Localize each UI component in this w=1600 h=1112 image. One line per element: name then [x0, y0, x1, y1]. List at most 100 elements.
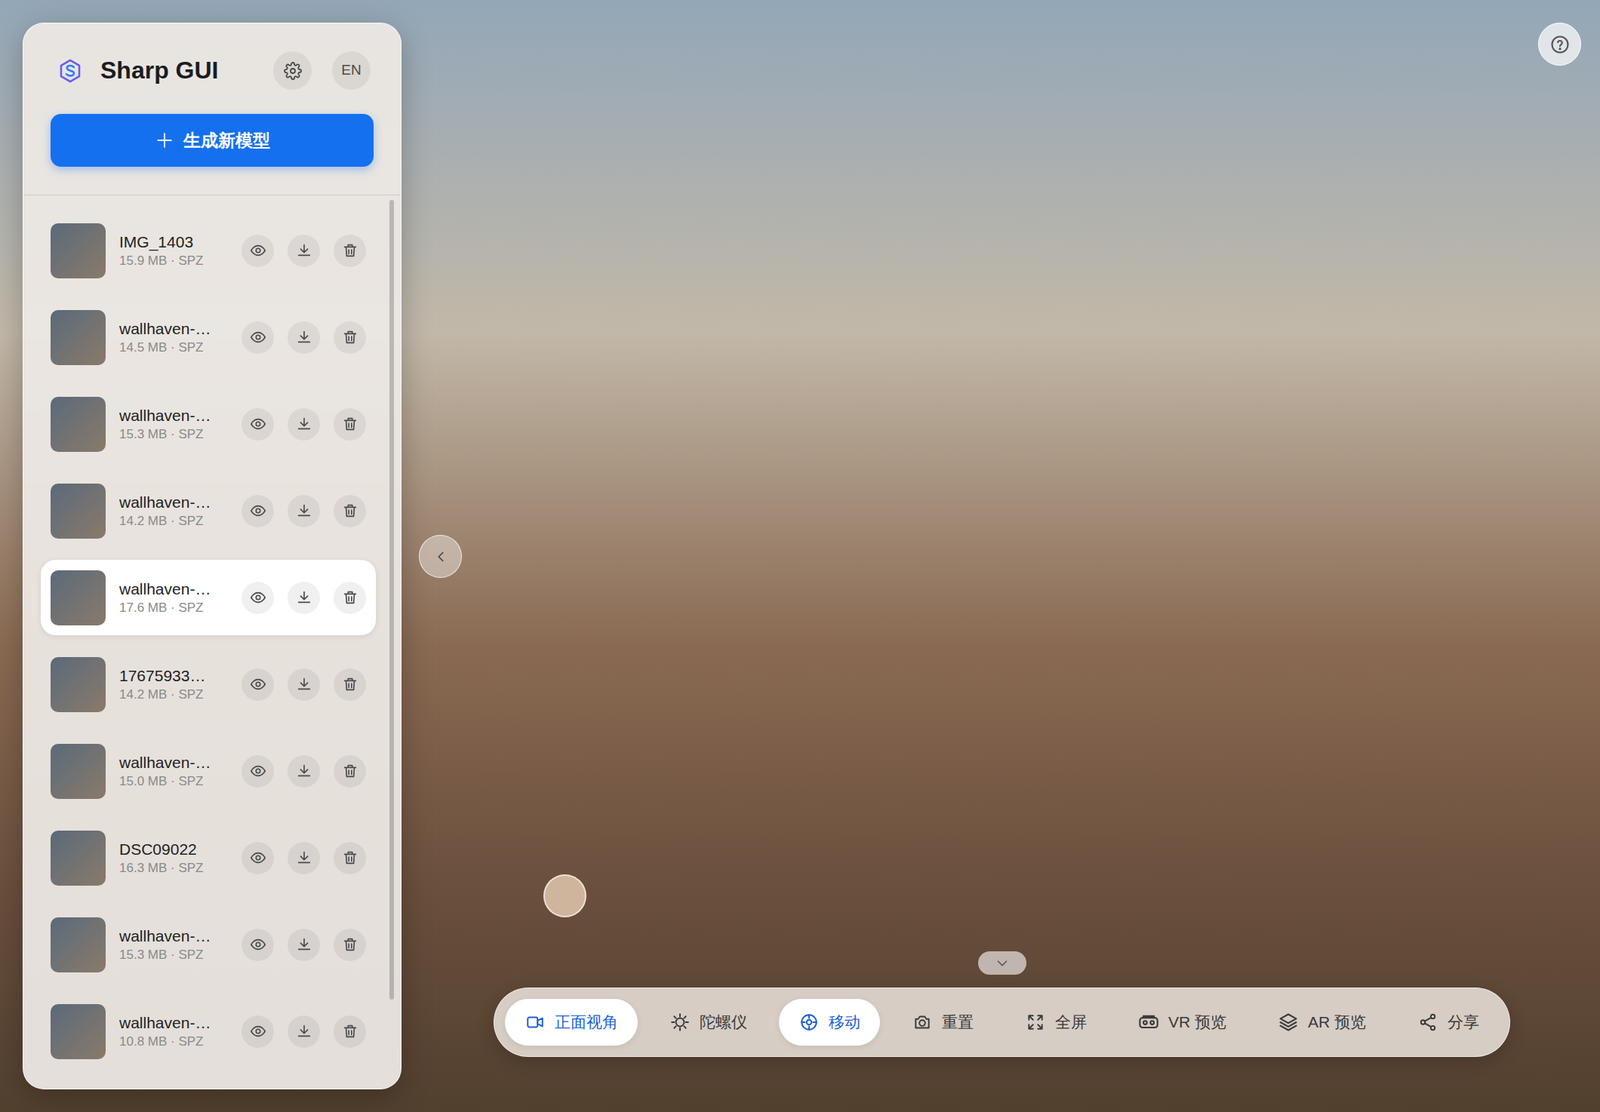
delete-button[interactable] [333, 495, 367, 528]
eye-icon [249, 676, 267, 693]
toolbar-button[interactable]: 分享 [1397, 999, 1499, 1047]
view-button[interactable] [241, 755, 274, 788]
view-button[interactable] [241, 929, 274, 962]
model-name: wallhaven-… [119, 579, 225, 600]
delete-button[interactable] [333, 321, 367, 354]
model-item[interactable]: wallhaven-…17.6 MB · SPZ [40, 560, 376, 636]
model-actions [241, 755, 367, 788]
model-item[interactable]: DSC0902216.3 MB · SPZ [40, 820, 376, 896]
model-info: wallhaven-…14.5 MB · SPZ [119, 319, 225, 356]
settings-button[interactable] [273, 51, 312, 90]
collapse-sidebar-button[interactable] [418, 535, 462, 579]
download-icon [295, 1023, 313, 1040]
view-button[interactable] [241, 408, 274, 441]
help-button[interactable] [1538, 22, 1582, 66]
model-size: 14.2 MB · SPZ [119, 513, 225, 530]
download-button[interactable] [287, 408, 320, 441]
toolbar-label: 分享 [1447, 1012, 1480, 1032]
model-item[interactable]: wallhaven-…15.3 MB · SPZ [40, 386, 376, 462]
move-joystick[interactable] [543, 874, 587, 918]
eye-icon [249, 502, 267, 520]
model-name: wallhaven-… [119, 1013, 225, 1034]
toolbar: 正面视角 陀螺仪 移动重置 全屏 VR 预览 AR 预览 分享 [493, 987, 1511, 1058]
fullscreen-icon [1024, 1012, 1047, 1034]
delete-button[interactable] [333, 668, 367, 702]
trash-icon [341, 849, 359, 867]
toolbar-label: 陀螺仪 [699, 1012, 748, 1032]
model-item[interactable]: wallhaven-…15.0 MB · SPZ [40, 733, 376, 810]
delete-button[interactable] [333, 234, 367, 268]
sidebar: Sharp GUI EN 生成新模型 IMG_140315.9 MB · SPZ wal… [22, 22, 402, 1090]
model-thumbnail [50, 483, 106, 539]
delete-button[interactable] [333, 929, 367, 962]
model-info: wallhaven-…17.6 MB · SPZ [119, 579, 225, 616]
download-button[interactable] [287, 495, 320, 528]
download-icon [295, 936, 313, 954]
download-button[interactable] [287, 842, 320, 875]
toolbar-label: AR 预览 [1307, 1012, 1367, 1032]
download-button[interactable] [287, 1015, 320, 1049]
model-actions [241, 321, 367, 354]
model-actions [241, 234, 367, 268]
toolbar-button[interactable]: AR 预览 [1258, 999, 1386, 1047]
toolbar-button[interactable]: 重置 [892, 999, 994, 1047]
toolbar-button[interactable]: 全屏 [1005, 999, 1107, 1047]
model-thumbnail [50, 1004, 106, 1060]
model-name: IMG_1403 [119, 232, 225, 253]
vr-headset-icon [1138, 1012, 1160, 1034]
model-item[interactable]: wallhaven-…15.3 MB · SPZ [40, 907, 376, 983]
view-button[interactable] [241, 842, 274, 875]
new-model-button[interactable]: 生成新模型 [50, 113, 374, 167]
view-button[interactable] [241, 581, 274, 615]
toolbar-button[interactable]: 正面视角 [504, 999, 638, 1047]
delete-button[interactable] [333, 408, 367, 441]
gyroscope-icon [669, 1012, 691, 1034]
language-button[interactable]: EN [332, 51, 371, 90]
download-button[interactable] [287, 929, 320, 962]
toolbar-button[interactable]: 陀螺仪 [649, 999, 767, 1047]
model-thumbnail [50, 570, 106, 626]
model-size: 14.2 MB · SPZ [119, 686, 225, 703]
toolbar-button[interactable]: 移动 [778, 999, 880, 1047]
download-button[interactable] [287, 321, 320, 354]
view-button[interactable] [241, 1015, 274, 1049]
delete-button[interactable] [333, 755, 367, 788]
model-item[interactable]: wallhaven-…14.2 MB · SPZ [40, 473, 376, 549]
app-title: Sharp GUI [100, 55, 219, 85]
model-item[interactable]: IMG_140315.9 MB · SPZ [40, 212, 376, 289]
delete-button[interactable] [333, 581, 367, 615]
download-button[interactable] [287, 581, 320, 615]
download-button[interactable] [287, 234, 320, 268]
download-button[interactable] [287, 668, 320, 702]
view-button[interactable] [241, 321, 274, 354]
delete-button[interactable] [333, 842, 367, 875]
view-button[interactable] [241, 234, 274, 268]
delete-button[interactable] [333, 1015, 367, 1049]
trash-icon [341, 242, 359, 259]
camera-video-icon [524, 1012, 546, 1034]
download-icon [295, 849, 313, 867]
hide-toolbar-button[interactable] [978, 951, 1027, 976]
eye-icon [249, 1023, 267, 1040]
scrollbar[interactable] [389, 200, 394, 1000]
model-size: 16.3 MB · SPZ [119, 860, 225, 877]
model-items: IMG_140315.9 MB · SPZ wallhaven-…14.5 MB … [23, 195, 401, 1070]
view-button[interactable] [241, 668, 274, 702]
model-item[interactable]: wallhaven-…14.5 MB · SPZ [40, 299, 376, 376]
move-icon [798, 1012, 820, 1034]
eye-icon [249, 589, 267, 607]
toolbar-label: 全屏 [1055, 1012, 1087, 1032]
sidebar-header: Sharp GUI EN [23, 23, 401, 90]
eye-icon [249, 415, 267, 433]
model-item[interactable]: 17675933…14.2 MB · SPZ [40, 646, 376, 723]
eye-icon [249, 936, 267, 954]
model-thumbnail [50, 396, 106, 453]
view-button[interactable] [241, 495, 274, 528]
model-thumbnail [50, 657, 106, 713]
model-item[interactable]: wallhaven-…10.8 MB · SPZ [40, 993, 376, 1070]
model-thumbnail [50, 830, 106, 887]
model-name: wallhaven-… [119, 753, 225, 773]
download-button[interactable] [287, 755, 320, 788]
download-icon [295, 242, 313, 259]
toolbar-button[interactable]: VR 预览 [1118, 999, 1247, 1047]
